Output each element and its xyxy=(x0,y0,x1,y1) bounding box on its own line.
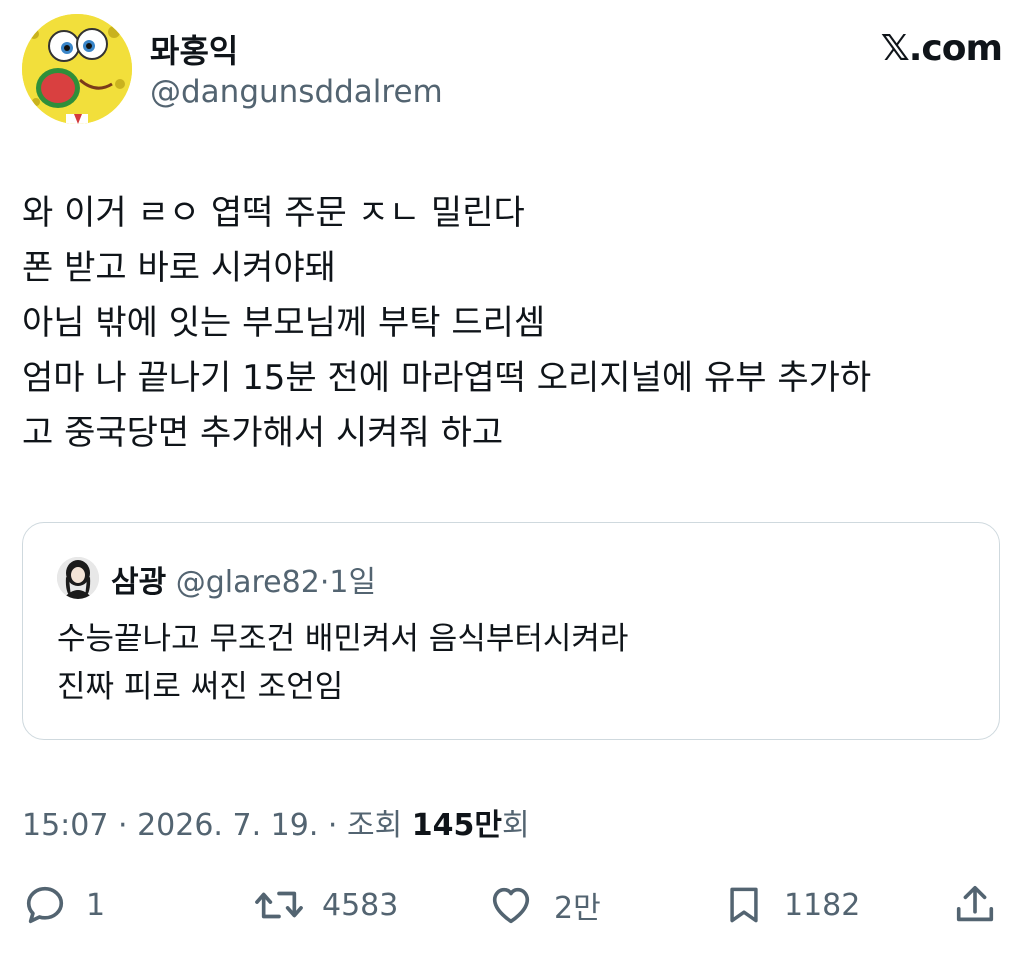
action-bar: 1 4583 2만 1182 xyxy=(22,880,1000,930)
like-button[interactable]: 2만 xyxy=(486,880,601,930)
retweet-count: 4583 xyxy=(322,887,399,923)
tweet-text: 와 이거 ㄹㅇ 엽떡 주문 ㅈㄴ 밀린다 폰 받고 바로 시켜야돼 아님 밖에 … xyxy=(22,186,997,461)
quoted-display-name: 삼광 xyxy=(111,565,167,600)
tweet-line: 와 이거 ㄹㅇ 엽떡 주문 ㅈㄴ 밀린다 xyxy=(22,193,525,233)
tweet-date[interactable]: 2026. 7. 19. xyxy=(137,808,318,843)
reply-button[interactable]: 1 xyxy=(22,880,105,930)
quoted-tweet-text: 수능끝나고 무조건 배민켜서 음식부터시켜라 진짜 피로 써진 조언임 xyxy=(57,615,628,711)
tweet-line: 아님 밖에 잇는 부모님께 부탁 드리셈 xyxy=(22,303,546,343)
reply-count: 1 xyxy=(86,887,106,923)
bookmark-count: 1182 xyxy=(784,887,861,923)
x-logo: 𝕏.com xyxy=(880,28,1003,69)
bookmark-icon xyxy=(730,887,758,923)
quoted-tweet-card[interactable]: 삼광 @glare82·1일 수능끝나고 무조건 배민켜서 음식부터시켜라 진짜… xyxy=(22,522,1000,740)
user-avatar[interactable] xyxy=(22,14,132,124)
separator-dot: · xyxy=(319,565,330,600)
quoted-tweet-line: 진짜 피로 써진 조언임 xyxy=(57,669,344,705)
tweet-time[interactable]: 15:07 xyxy=(22,808,108,843)
separator-dot: · xyxy=(108,808,138,843)
views-label: 조회 xyxy=(346,808,412,843)
tweet-line: 엄마 나 끝나기 15분 전에 마라엽떡 오리지널에 유부 추가하 xyxy=(22,358,872,398)
heart-icon xyxy=(492,887,530,924)
tweet-meta: 15:07 · 2026. 7. 19. · 조회 145만회 xyxy=(22,800,530,844)
quoted-tweet-line: 수능끝나고 무조건 배민켜서 음식부터시켜라 xyxy=(57,621,629,657)
share-button[interactable] xyxy=(952,880,998,930)
reply-icon xyxy=(26,886,64,924)
tweet-header: 뫄홍익 @dangunsddalrem 𝕏.com xyxy=(22,14,1003,126)
retweet-button[interactable]: 4583 xyxy=(254,880,398,930)
tweet-line: 폰 받고 바로 시켜야돼 xyxy=(22,248,336,288)
quoted-tweet-header: 삼광 @glare82·1일 xyxy=(111,557,376,601)
views-suffix: 회 xyxy=(501,808,530,843)
retweet-icon xyxy=(255,891,303,919)
user-handle[interactable]: @dangunsddalrem xyxy=(150,74,443,110)
display-name[interactable]: 뫄홍익 xyxy=(150,26,238,72)
quoted-user-avatar xyxy=(57,557,99,599)
like-count: 2만 xyxy=(554,891,601,926)
quoted-tweet-time: 1일 xyxy=(329,565,377,600)
separator-dot: · xyxy=(318,808,347,843)
bookmark-button[interactable]: 1182 xyxy=(722,880,860,930)
quoted-user-handle: @glare82 xyxy=(175,565,320,600)
share-icon xyxy=(956,885,994,922)
tweet-line: 고 중국당면 추가해서 시켜줘 하고 xyxy=(22,413,504,453)
views-count: 145만 xyxy=(411,808,502,843)
